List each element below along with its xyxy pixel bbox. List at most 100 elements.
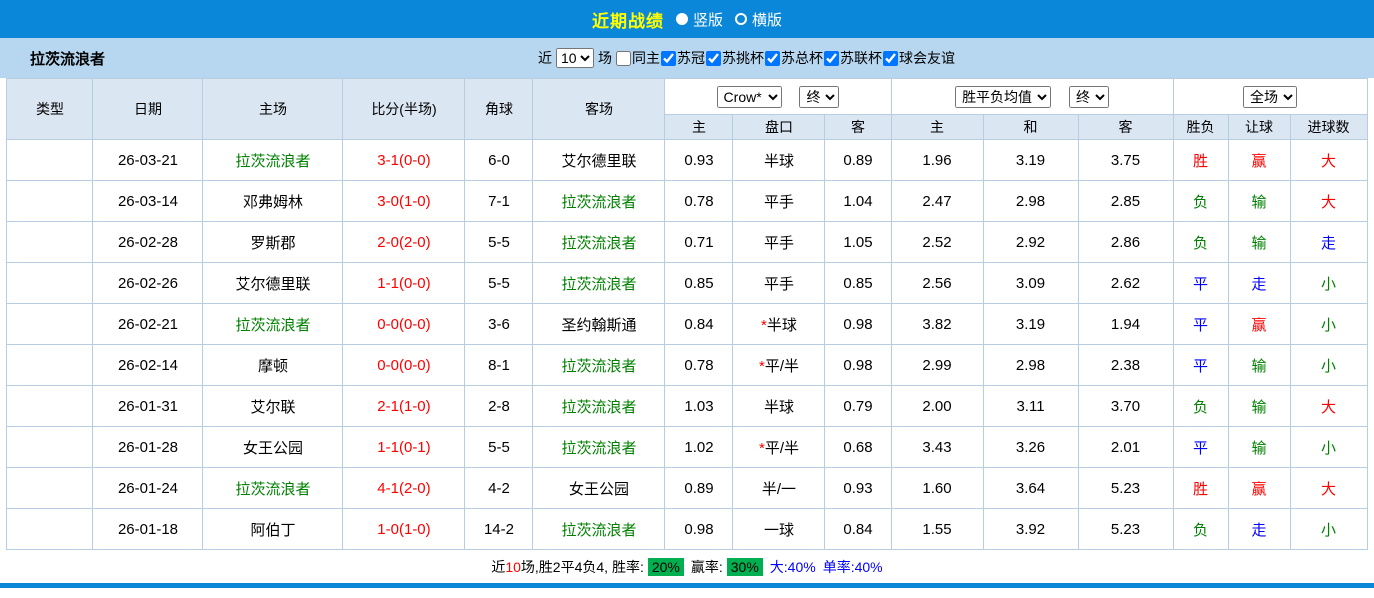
handicap-result: 走 bbox=[1228, 263, 1290, 304]
handicap-line: 平手 bbox=[733, 181, 825, 222]
euro-draw-odds: 2.92 bbox=[983, 222, 1078, 263]
home-team: 拉茨流浪者 bbox=[203, 468, 343, 509]
filter-checkbox[interactable] bbox=[883, 51, 898, 66]
summary-record-text: 场,胜2平4负4, 胜率: bbox=[521, 557, 644, 577]
euro-home-odds: 2.56 bbox=[891, 263, 983, 304]
away-team: 拉茨流浪者 bbox=[533, 427, 665, 468]
filter-checkbox-label[interactable]: 球会友谊 bbox=[883, 48, 955, 68]
score: 3-1(0-0) bbox=[343, 140, 465, 181]
results-table: 类型 日期 主场 比分(半场) 角球 客场 Crow* 终 胜平负均值 终 全场… bbox=[6, 78, 1367, 550]
match-result: 平 bbox=[1173, 304, 1228, 345]
match-result: 负 bbox=[1173, 181, 1228, 222]
euro-draw-odds: 2.98 bbox=[983, 345, 1078, 386]
filter-checkbox[interactable] bbox=[616, 51, 631, 66]
bookmaker-select[interactable]: Crow* bbox=[717, 86, 782, 108]
asian-away-odds: 0.98 bbox=[825, 345, 891, 386]
league-badge: 苏冠 bbox=[7, 222, 93, 263]
euro-away-odds: 2.62 bbox=[1078, 263, 1173, 304]
league-badge: 苏冠 bbox=[7, 345, 93, 386]
layout-option-horizontal[interactable]: 横版 bbox=[735, 9, 782, 30]
euro-odds-header-group: 胜平负均值 终 bbox=[891, 79, 1173, 115]
sub-header-result: 胜负 bbox=[1173, 115, 1228, 140]
euro-home-odds: 1.55 bbox=[891, 509, 983, 550]
score: 1-1(0-1) bbox=[343, 427, 465, 468]
filter-checkbox-label[interactable]: 同主 bbox=[616, 48, 660, 68]
match-count-select[interactable]: 10 bbox=[556, 48, 594, 68]
scope-select[interactable]: 全场 bbox=[1243, 86, 1297, 108]
handicap-line: *平/半 bbox=[733, 345, 825, 386]
euro-draw-odds: 2.98 bbox=[983, 181, 1078, 222]
match-date: 26-03-14 bbox=[93, 181, 203, 222]
euro-time-select[interactable]: 终 bbox=[1069, 86, 1109, 108]
euro-away-odds: 2.01 bbox=[1078, 427, 1173, 468]
goals-result: 大 bbox=[1290, 181, 1367, 222]
filter-checkbox-label[interactable]: 苏挑杯 bbox=[706, 48, 764, 68]
bottom-accent-strip bbox=[0, 583, 1374, 588]
filter-checkbox[interactable] bbox=[765, 51, 780, 66]
filter-checkbox-label[interactable]: 苏冠 bbox=[661, 48, 705, 68]
match-result: 负 bbox=[1173, 509, 1228, 550]
layout-option-vertical[interactable]: 竖版 bbox=[676, 9, 723, 30]
corner-score: 5-5 bbox=[465, 222, 533, 263]
match-date: 26-02-28 bbox=[93, 222, 203, 263]
euro-away-odds: 3.75 bbox=[1078, 140, 1173, 181]
match-result: 负 bbox=[1173, 222, 1228, 263]
handicap-line: 半球 bbox=[733, 386, 825, 427]
away-team: 拉茨流浪者 bbox=[533, 509, 665, 550]
filter-checkbox-label[interactable]: 苏联杯 bbox=[824, 48, 882, 68]
euro-odds-select[interactable]: 胜平负均值 bbox=[955, 86, 1051, 108]
sub-header-euro-away: 客 bbox=[1078, 115, 1173, 140]
match-row: 苏挑杯26-01-28女王公园1-1(0-1)5-5拉茨流浪者1.02*平/半0… bbox=[7, 427, 1367, 468]
col-header-corner: 角球 bbox=[465, 79, 533, 140]
radio-selected-icon[interactable] bbox=[676, 13, 688, 25]
handicap-line: *平/半 bbox=[733, 427, 825, 468]
away-team: 女王公园 bbox=[533, 468, 665, 509]
match-row: 苏冠26-02-14摩顿0-0(0-0)8-1拉茨流浪者0.78*平/半0.98… bbox=[7, 345, 1367, 386]
asian-home-odds: 0.93 bbox=[665, 140, 733, 181]
euro-home-odds: 2.47 bbox=[891, 181, 983, 222]
handicap-result: 输 bbox=[1228, 427, 1290, 468]
layout-vertical-label: 竖版 bbox=[693, 9, 723, 30]
asian-home-odds: 0.78 bbox=[665, 345, 733, 386]
sub-header-asian-away: 客 bbox=[825, 115, 891, 140]
asian-away-odds: 0.79 bbox=[825, 386, 891, 427]
match-row: 苏冠26-03-21拉茨流浪者3-1(0-0)6-0艾尔德里联0.93半球0.8… bbox=[7, 140, 1367, 181]
home-team: 女王公园 bbox=[203, 427, 343, 468]
goals-result: 小 bbox=[1290, 427, 1367, 468]
euro-away-odds: 5.23 bbox=[1078, 509, 1173, 550]
team-name: 拉茨流浪者 bbox=[30, 48, 105, 69]
filter-checkbox[interactable] bbox=[706, 51, 721, 66]
corner-score: 5-5 bbox=[465, 263, 533, 304]
goals-result: 小 bbox=[1290, 304, 1367, 345]
euro-away-odds: 1.94 bbox=[1078, 304, 1173, 345]
euro-home-odds: 1.60 bbox=[891, 468, 983, 509]
corner-score: 7-1 bbox=[465, 181, 533, 222]
score: 1-0(1-0) bbox=[343, 509, 465, 550]
home-team: 艾尔德里联 bbox=[203, 263, 343, 304]
asian-home-odds: 0.78 bbox=[665, 181, 733, 222]
asian-away-odds: 0.93 bbox=[825, 468, 891, 509]
filter-controls: 近 10 场 同主苏冠苏挑杯苏总杯苏联杯球会友谊 bbox=[538, 48, 956, 68]
matches-label: 场 bbox=[598, 48, 612, 68]
win-rate-badge: 20% bbox=[648, 558, 684, 576]
match-result: 平 bbox=[1173, 427, 1228, 468]
handicap-rate-label: 赢率: bbox=[691, 557, 723, 577]
euro-away-odds: 3.70 bbox=[1078, 386, 1173, 427]
match-date: 26-01-18 bbox=[93, 509, 203, 550]
filter-checkbox[interactable] bbox=[661, 51, 676, 66]
asian-home-odds: 0.84 bbox=[665, 304, 733, 345]
handicap-result: 走 bbox=[1228, 509, 1290, 550]
big-rate-text: 大:40% bbox=[770, 557, 816, 577]
filter-checkbox-label[interactable]: 苏总杯 bbox=[765, 48, 823, 68]
filter-checkbox[interactable] bbox=[824, 51, 839, 66]
home-team: 邓弗姆林 bbox=[203, 181, 343, 222]
corner-score: 6-0 bbox=[465, 140, 533, 181]
away-team: 拉茨流浪者 bbox=[533, 263, 665, 304]
score: 0-0(0-0) bbox=[343, 304, 465, 345]
away-team: 拉茨流浪者 bbox=[533, 181, 665, 222]
asian-home-odds: 0.98 bbox=[665, 509, 733, 550]
asian-time-select[interactable]: 终 bbox=[799, 86, 839, 108]
euro-home-odds: 2.00 bbox=[891, 386, 983, 427]
radio-unselected-icon[interactable] bbox=[735, 13, 747, 25]
handicap-result: 赢 bbox=[1228, 140, 1290, 181]
